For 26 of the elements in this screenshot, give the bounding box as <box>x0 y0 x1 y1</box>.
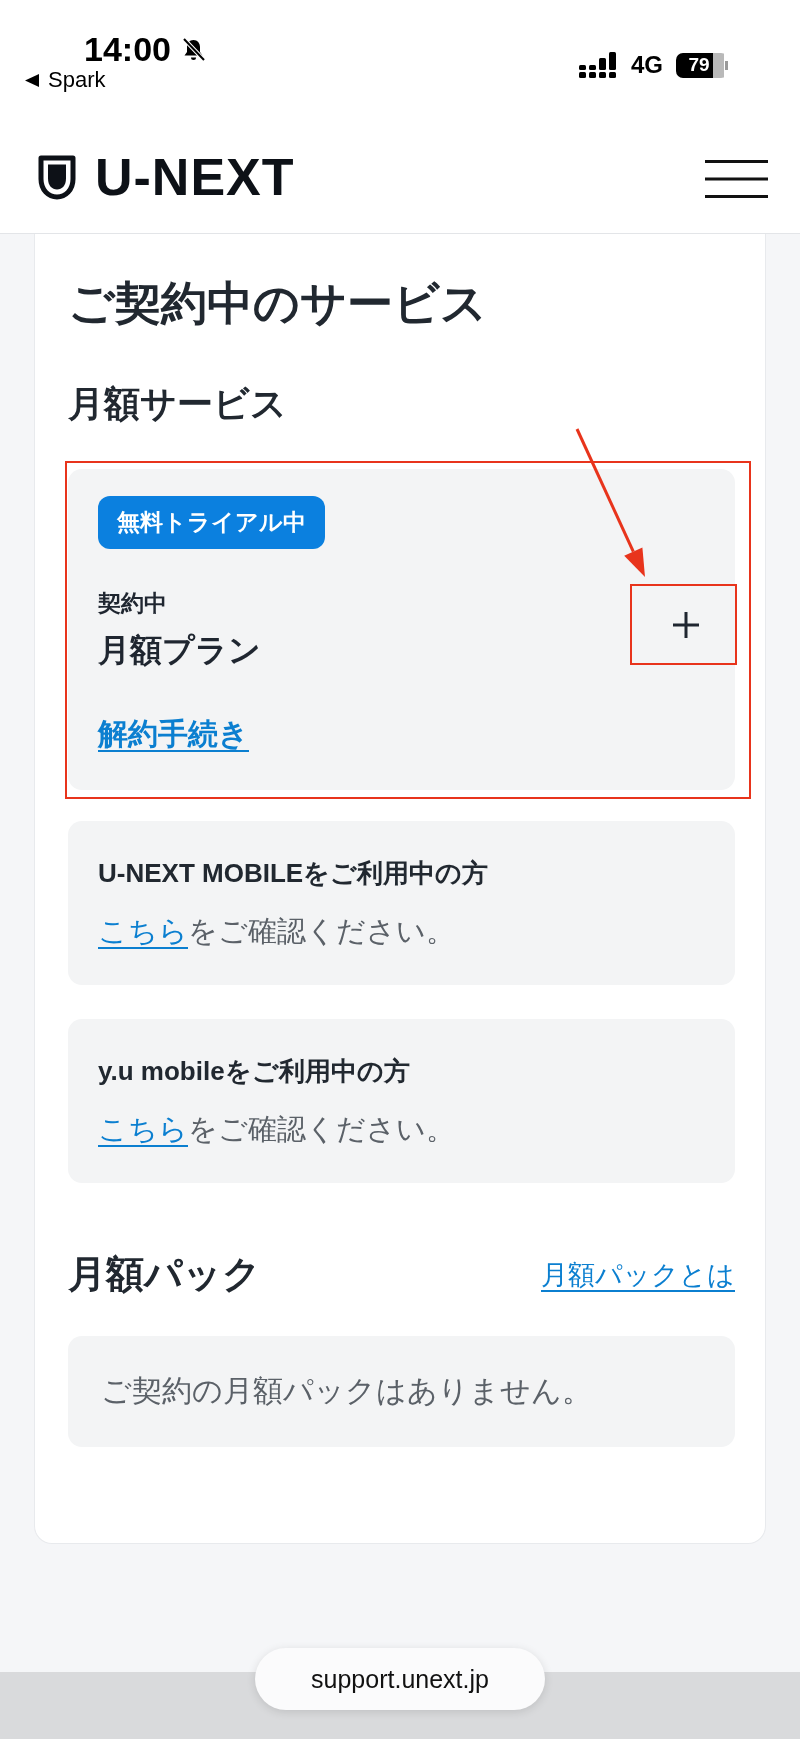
page-title: ご契約中のサービス <box>68 276 488 331</box>
notice-text: こちら をご確認ください。 <box>98 1112 455 1147</box>
battery-indicator: 79 <box>676 52 728 78</box>
url-bar[interactable]: support.unext.jp <box>255 1648 545 1710</box>
notice-title: U-NEXT MOBILEをご利用中の方 <box>98 857 489 890</box>
shield-icon <box>38 155 76 200</box>
logo-text[interactable]: U-NEXT <box>95 155 295 200</box>
plan-name: 月額プラン <box>98 631 261 670</box>
notice-title: y.u mobileをご利用中の方 <box>98 1055 410 1088</box>
cancel-link[interactable]: 解約手続き <box>98 714 249 753</box>
confirm-link[interactable]: こちら <box>98 915 188 947</box>
network-type: 4G <box>631 52 663 78</box>
info-link[interactable]: 月額パックとは <box>541 1256 735 1293</box>
trial-badge: 無料トライアル中 <box>98 496 325 549</box>
confirm-link[interactable]: こちら <box>98 1113 188 1145</box>
back-app-label[interactable]: Spark <box>48 68 106 92</box>
signal-icon <box>579 52 618 78</box>
contract-status: 契約中 <box>98 589 167 618</box>
bell-slash-icon <box>180 36 206 62</box>
empty-message: ご契約の月額パックはありません。 <box>101 1373 593 1409</box>
back-triangle-icon[interactable] <box>25 73 39 87</box>
menu-button[interactable] <box>705 160 768 198</box>
status-time: 14:00 <box>84 29 171 69</box>
section-heading: 月額パック <box>68 1252 261 1297</box>
section-heading: 月額サービス <box>68 382 288 426</box>
notice-text: こちら をご確認ください。 <box>98 914 455 949</box>
